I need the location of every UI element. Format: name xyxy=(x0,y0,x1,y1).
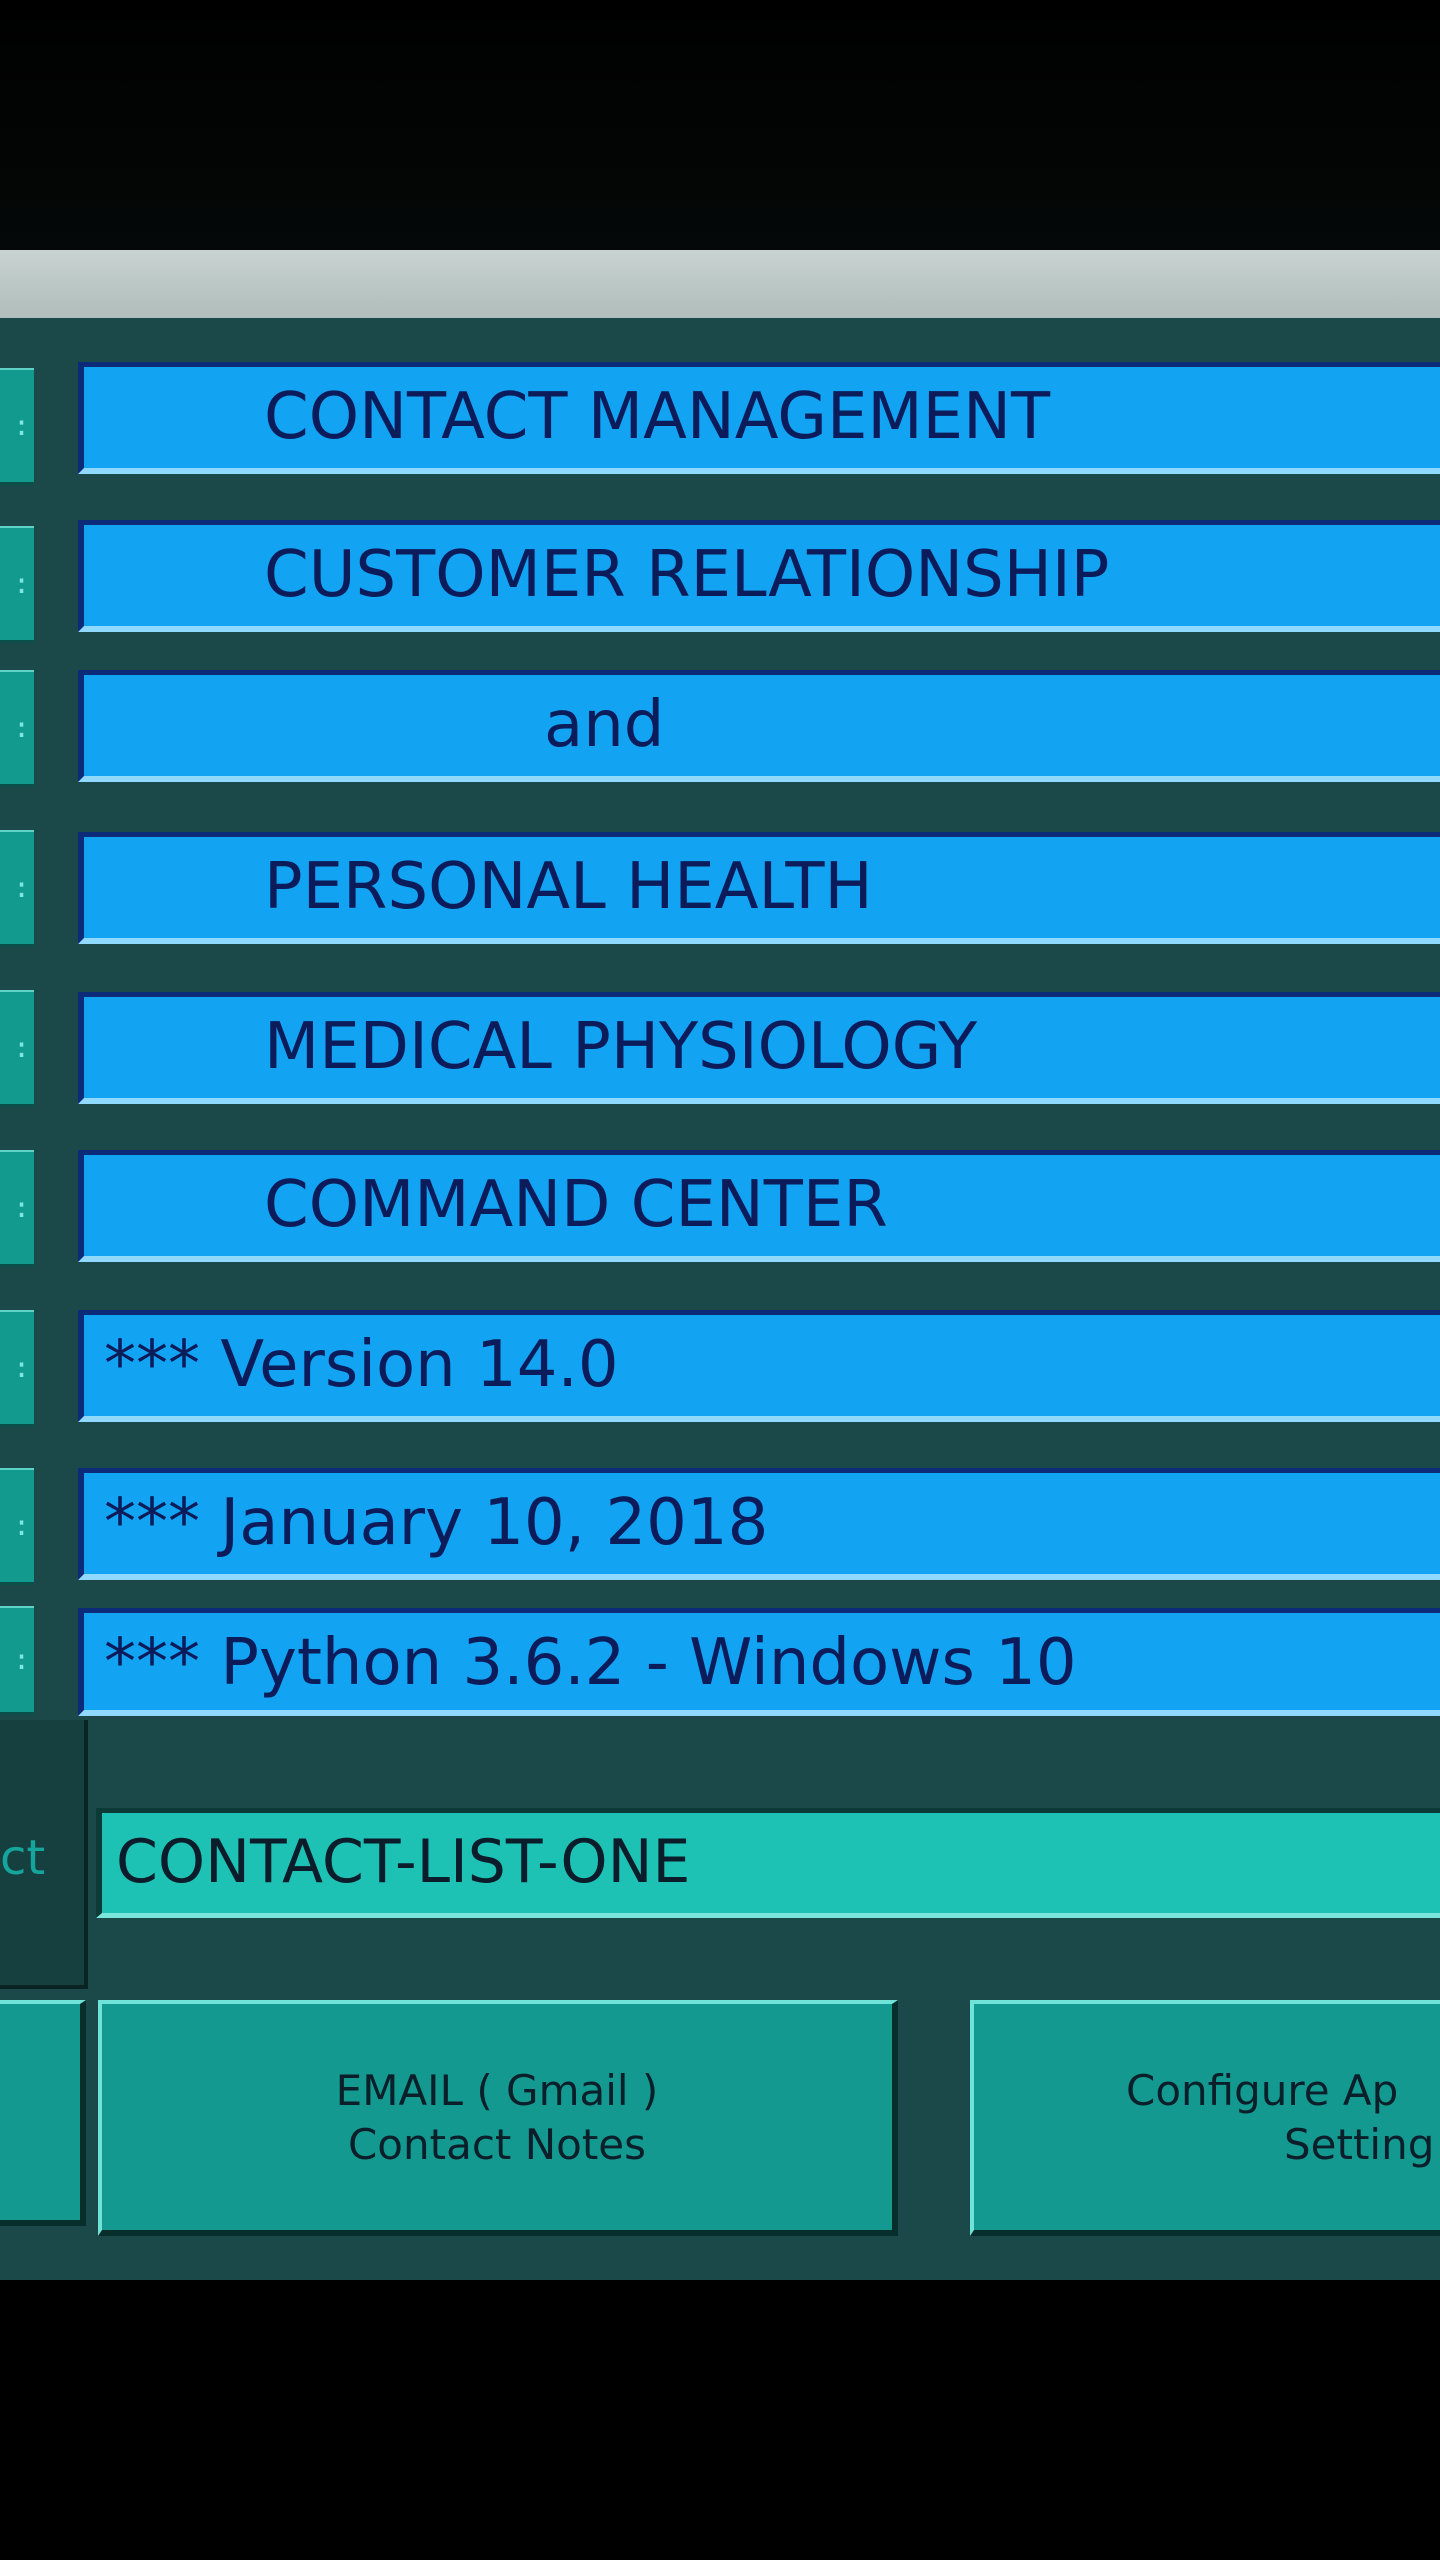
side-button[interactable]: : xyxy=(0,1310,34,1427)
title-line-contact-management: CONTACT MANAGEMENT xyxy=(78,362,1440,474)
side-button[interactable]: : xyxy=(0,830,34,947)
monitor-bezel xyxy=(0,250,1440,320)
side-button-dots: : xyxy=(13,409,30,442)
side-button[interactable]: : xyxy=(0,526,34,643)
title-line-and: and xyxy=(78,670,1440,782)
email-button-line2: Contact Notes xyxy=(347,2120,647,2169)
side-button[interactable]: : xyxy=(0,1468,34,1585)
title-line-medical-physiology: MEDICAL PHYSIOLOGY xyxy=(78,992,1440,1104)
side-button-dots: : xyxy=(13,1351,30,1384)
config-button-line1: Configure Ap xyxy=(1126,2066,1399,2115)
side-button[interactable]: : xyxy=(0,1150,34,1267)
dark-background xyxy=(0,0,1440,250)
contact-list-field[interactable]: CONTACT-LIST-ONE xyxy=(96,1808,1440,1918)
side-button-dots: : xyxy=(13,711,30,744)
title-line-command-center: COMMAND CENTER xyxy=(78,1150,1440,1262)
contact-list-label: ct xyxy=(0,1830,46,1886)
partial-left-button[interactable] xyxy=(0,2000,86,2226)
side-button-dots: : xyxy=(13,1643,30,1676)
side-button[interactable]: : xyxy=(0,990,34,1107)
side-button[interactable]: : xyxy=(0,1606,34,1715)
photo-stage: : : : : : : : : : ct CONTACT MANAGEMENT … xyxy=(0,0,1440,2560)
side-button-dots: : xyxy=(13,1031,30,1064)
side-button-dots: : xyxy=(13,1191,30,1224)
release-date-info: *** January 10, 2018 xyxy=(78,1468,1440,1580)
side-button[interactable]: : xyxy=(0,368,34,485)
side-button-dots: : xyxy=(13,567,30,600)
email-contact-notes-button[interactable]: EMAIL ( Gmail ) Contact Notes xyxy=(98,2000,898,2236)
version-info: *** Version 14.0 xyxy=(78,1310,1440,1422)
platform-info: *** Python 3.6.2 - Windows 10 xyxy=(78,1608,1440,1716)
title-line-personal-health: PERSONAL HEALTH xyxy=(78,832,1440,944)
configure-app-settings-button[interactable]: Configure Ap Setting xyxy=(970,2000,1440,2236)
side-button-dots: : xyxy=(13,1509,30,1542)
email-button-line1: EMAIL ( Gmail ) xyxy=(335,2066,659,2115)
dark-background-bottom xyxy=(0,2280,1440,2560)
config-button-line2: Setting xyxy=(1284,2120,1435,2169)
side-button-dots: : xyxy=(13,871,30,904)
side-button[interactable]: : xyxy=(0,670,34,787)
title-line-customer-relationship: CUSTOMER RELATIONSHIP xyxy=(78,520,1440,632)
